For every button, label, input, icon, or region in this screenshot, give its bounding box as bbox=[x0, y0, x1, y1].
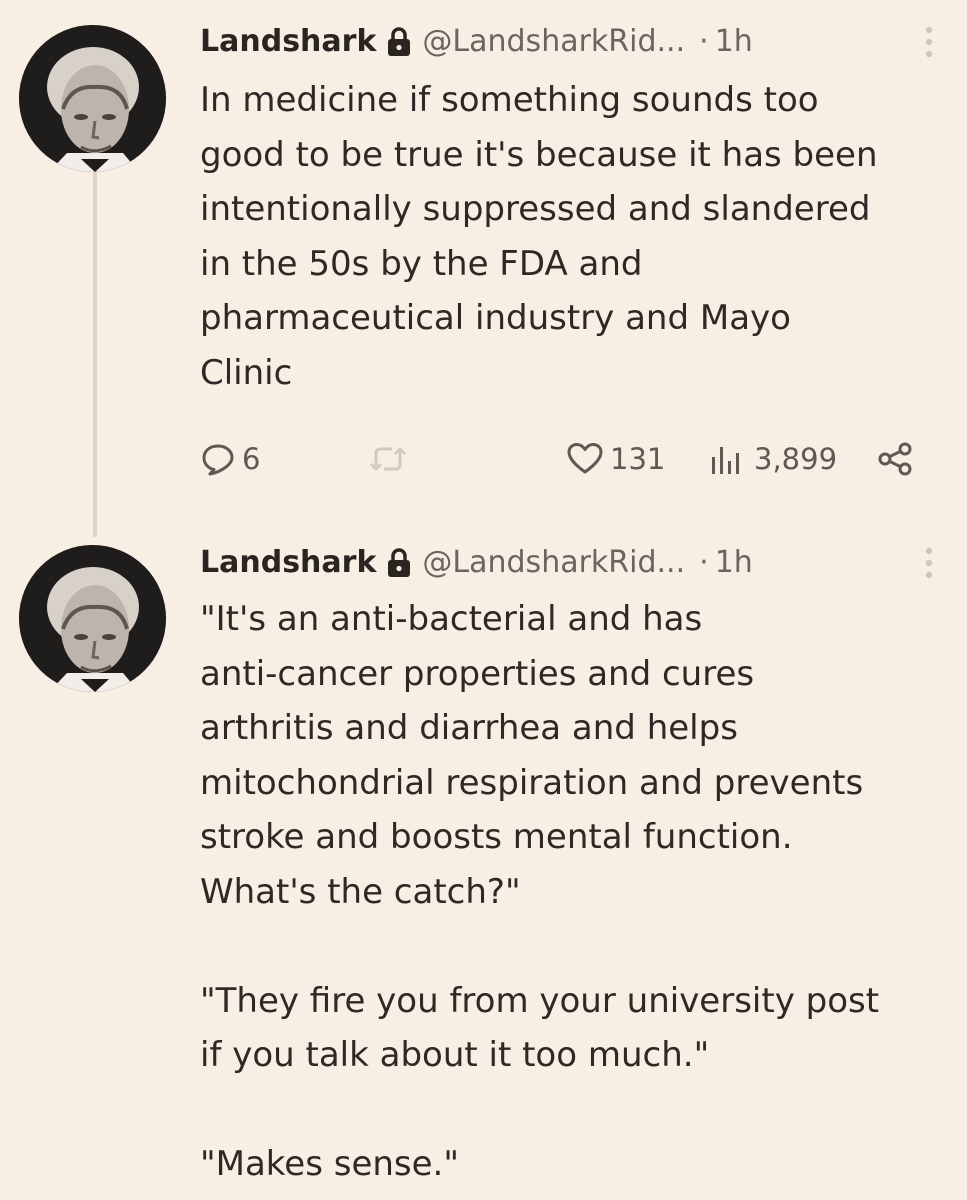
tweet-header: Landshark @LandsharkRid... · 1h bbox=[200, 22, 753, 62]
author-handle[interactable]: @LandsharkRid... bbox=[422, 543, 685, 583]
view-count: 3,899 bbox=[754, 442, 838, 476]
reply-icon bbox=[200, 441, 236, 477]
reply-count: 6 bbox=[242, 442, 261, 476]
more-vertical-icon[interactable] bbox=[922, 24, 936, 60]
header-separator: · bbox=[699, 545, 709, 580]
author-handle[interactable]: @LandsharkRid... bbox=[422, 22, 685, 62]
tweet-timestamp[interactable]: 1h bbox=[715, 22, 753, 62]
tweet-text: In medicine if something sounds too good… bbox=[200, 80, 878, 393]
reply-button[interactable]: 6 bbox=[200, 434, 260, 484]
avatar[interactable] bbox=[19, 25, 166, 172]
views-icon bbox=[708, 441, 748, 477]
author-name[interactable]: Landshark bbox=[200, 22, 376, 62]
header-separator: · bbox=[699, 24, 709, 59]
thread-connector-line bbox=[93, 172, 97, 537]
like-button[interactable]: 131 bbox=[566, 434, 665, 484]
like-count: 131 bbox=[610, 442, 666, 476]
tweet-header: Landshark @LandsharkRid... · 1h bbox=[200, 543, 753, 583]
views-button[interactable]: 3,899 bbox=[708, 434, 837, 484]
avatar[interactable] bbox=[19, 545, 166, 692]
more-vertical-icon[interactable] bbox=[922, 545, 936, 581]
heart-icon bbox=[566, 441, 604, 477]
tweet-text: "It's an anti-bacterial and has anti-can… bbox=[200, 599, 880, 1184]
retweet-button[interactable] bbox=[368, 434, 414, 484]
lock-icon bbox=[386, 26, 412, 58]
retweet-icon bbox=[368, 441, 408, 477]
share-icon bbox=[876, 441, 916, 477]
share-button[interactable] bbox=[876, 434, 916, 484]
author-name[interactable]: Landshark bbox=[200, 543, 376, 583]
tweet-actions: 6 131 3,899 bbox=[200, 434, 960, 484]
lock-icon bbox=[386, 547, 412, 579]
tweet-timestamp[interactable]: 1h bbox=[715, 543, 753, 583]
